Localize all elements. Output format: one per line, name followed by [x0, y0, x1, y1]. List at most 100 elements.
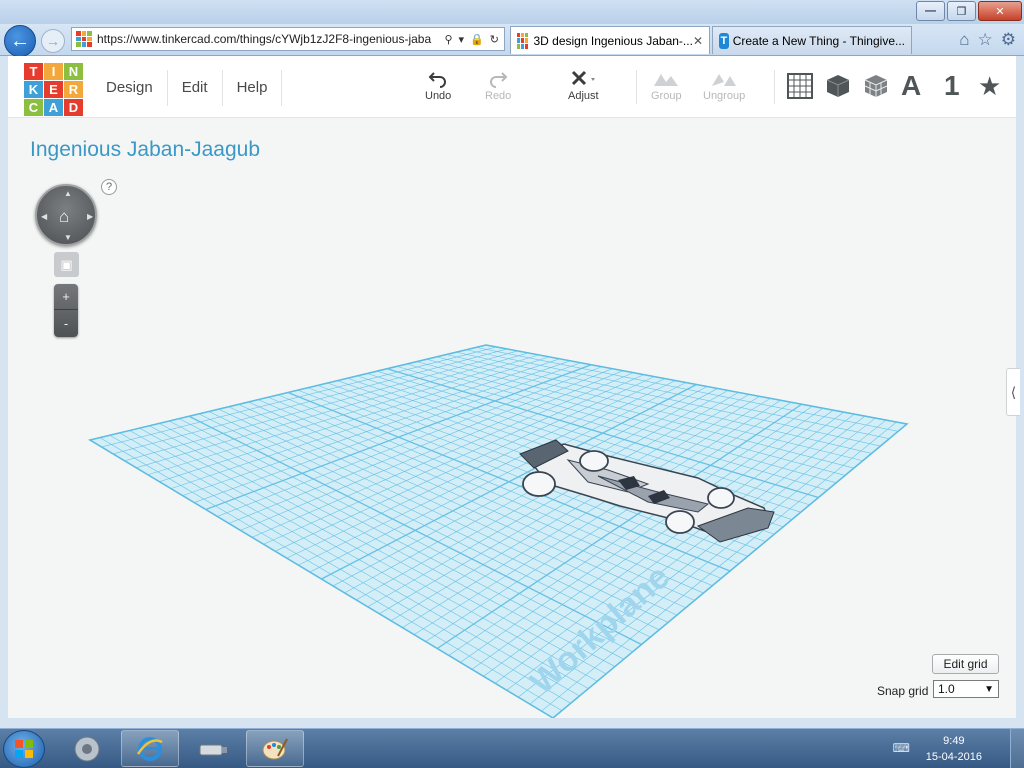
app-header: TINKERCAD Design Edit Help Undo Redo Adj… [8, 56, 1016, 118]
rear-left-wheel [522, 471, 556, 497]
tab-label: 3D design Ingenious Jaban-... [533, 33, 693, 48]
paint-palette-icon [262, 738, 288, 759]
group-button[interactable]: Group [651, 68, 682, 102]
favorites-star-button[interactable]: ★ [978, 70, 1001, 102]
tinkercad-tab-icon [517, 32, 529, 49]
taskbar-media-player[interactable] [58, 730, 116, 767]
view-help-button[interactable]: ? [101, 179, 117, 195]
taskbar-internet-explorer[interactable] [121, 730, 179, 767]
zoom-out-button[interactable]: - [54, 310, 78, 336]
ruler-tool-button[interactable]: 1 [944, 70, 960, 102]
tinkercad-app: Workplane TINKERCAD Design Edit Help Und… [8, 56, 1020, 718]
snap-grid-label: Snap grid [877, 684, 929, 698]
back-button[interactable]: ← [4, 25, 36, 57]
system-clock[interactable]: 9:49 15-04-2016 [926, 733, 982, 765]
home-icon[interactable]: ⌂ [959, 30, 969, 50]
tab-thingiverse[interactable]: T Create a New Thing - Thingive... [712, 26, 912, 54]
window-titlebar: — ❐ ✕ [0, 0, 1024, 24]
windows-logo-icon [15, 740, 33, 758]
cube-icon: ▣ [60, 256, 73, 272]
front-left-wheel [665, 510, 695, 534]
taskbar-usb-drive[interactable] [184, 730, 242, 767]
back-arrow-icon: ← [10, 29, 30, 52]
search-icon[interactable]: ⚲ [444, 33, 452, 46]
ungroup-icon [710, 68, 738, 90]
snap-grid-select[interactable]: 1.0 ▼ [933, 680, 999, 698]
minimize-button[interactable]: — [916, 1, 945, 21]
edit-grid-button[interactable]: Edit grid [932, 654, 999, 674]
tab-close-icon[interactable]: ✕ [693, 34, 703, 48]
address-bar[interactable]: https://www.tinkercad.com/things/cYWjb1z… [71, 27, 505, 51]
show-desktop-button[interactable] [1010, 729, 1024, 768]
usb-drive-icon [199, 744, 227, 755]
close-window-button[interactable]: ✕ [978, 1, 1022, 21]
wireframe-cube-icon [864, 75, 888, 97]
orbit-left-icon[interactable]: ◀ [41, 212, 47, 221]
logo-letter: D [64, 99, 83, 116]
dropdown-icon[interactable]: ▾ [459, 33, 465, 46]
star-icon: ★ [978, 70, 1002, 101]
logo-letter: E [44, 81, 63, 98]
solid-cube-icon [826, 75, 850, 97]
logo-letter: K [24, 81, 43, 98]
internet-explorer-icon [136, 736, 163, 761]
start-button[interactable] [3, 730, 45, 768]
menu-edit[interactable]: Edit [168, 70, 223, 106]
adjust-button[interactable]: Adjust [568, 68, 599, 102]
refresh-icon[interactable]: ↻ [490, 33, 499, 46]
logo-letter: A [44, 99, 63, 116]
text-tool-button[interactable]: A [901, 70, 921, 102]
logo-letter: I [44, 63, 63, 80]
lock-icon[interactable]: 🔒 [470, 33, 484, 46]
orbit-up-icon[interactable]: ▲ [64, 189, 72, 198]
menu-design[interactable]: Design [92, 70, 168, 106]
main-menu: Design Edit Help [92, 70, 283, 106]
home-view-icon[interactable]: ⌂ [59, 207, 69, 227]
logo-letter: T [24, 63, 43, 80]
windows-taskbar: ⌨ 9:49 15-04-2016 [0, 728, 1024, 768]
forward-button[interactable]: → [41, 29, 65, 53]
zoom-in-button[interactable]: + [54, 284, 78, 310]
settings-gear-icon[interactable]: ⚙ [1001, 30, 1016, 50]
design-title[interactable]: Ingenious Jaban-Jaagub [30, 138, 260, 162]
solid-view-button[interactable] [825, 70, 851, 102]
browser-navbar: ← → https://www.tinkercad.com/things/cYW… [0, 24, 1024, 57]
rear-right-wheel [579, 450, 609, 472]
clock-time: 9:49 [943, 735, 965, 747]
redo-icon [488, 68, 508, 90]
restore-button[interactable]: ❐ [947, 1, 976, 21]
favorites-star-icon[interactable]: ☆ [978, 30, 993, 50]
orbit-down-icon[interactable]: ▼ [64, 233, 72, 242]
thingiverse-tab-icon: T [719, 32, 729, 49]
keyboard-icon[interactable]: ⌨ [893, 741, 910, 755]
orbit-right-icon[interactable]: ▶ [87, 212, 93, 221]
tab-tinkercad[interactable]: 3D design Ingenious Jaban-... ✕ [510, 26, 710, 54]
tab-label: Create a New Thing - Thingive... [732, 33, 905, 48]
logo-letter: N [64, 63, 83, 80]
zoom-control: + - [54, 284, 78, 337]
speaker-icon [74, 736, 100, 761]
front-right-wheel [707, 487, 735, 509]
side-panel-toggle[interactable]: ⟨ [1006, 368, 1020, 416]
tinkercad-favicon-icon [76, 31, 92, 47]
view-cube-button[interactable]: ▣ [54, 252, 79, 277]
grid-icon [787, 73, 813, 99]
adjust-tools-icon [569, 68, 597, 90]
tinkercad-logo[interactable]: TIN KER CAD [24, 63, 83, 116]
url-text[interactable]: https://www.tinkercad.com/things/cYWjb1z… [97, 32, 439, 46]
logo-letter: R [64, 81, 83, 98]
menu-help[interactable]: Help [223, 70, 283, 106]
taskbar-paint[interactable] [246, 730, 304, 767]
logo-letter: C [24, 99, 43, 116]
ungroup-button[interactable]: Ungroup [703, 68, 745, 102]
group-icon [652, 68, 680, 90]
undo-button[interactable]: Undo [425, 68, 451, 102]
chevron-down-icon: ▼ [984, 683, 994, 695]
orbit-control[interactable]: ▲ ▼ ◀ ▶ ⌂ [35, 184, 97, 246]
clock-date: 15-04-2016 [925, 751, 982, 763]
undo-icon [428, 68, 448, 90]
wireframe-view-button[interactable] [863, 70, 889, 102]
redo-button[interactable]: Redo [485, 68, 511, 102]
workplane-tool-button[interactable] [787, 70, 813, 102]
window-controls: — ❐ ✕ [914, 1, 1022, 21]
